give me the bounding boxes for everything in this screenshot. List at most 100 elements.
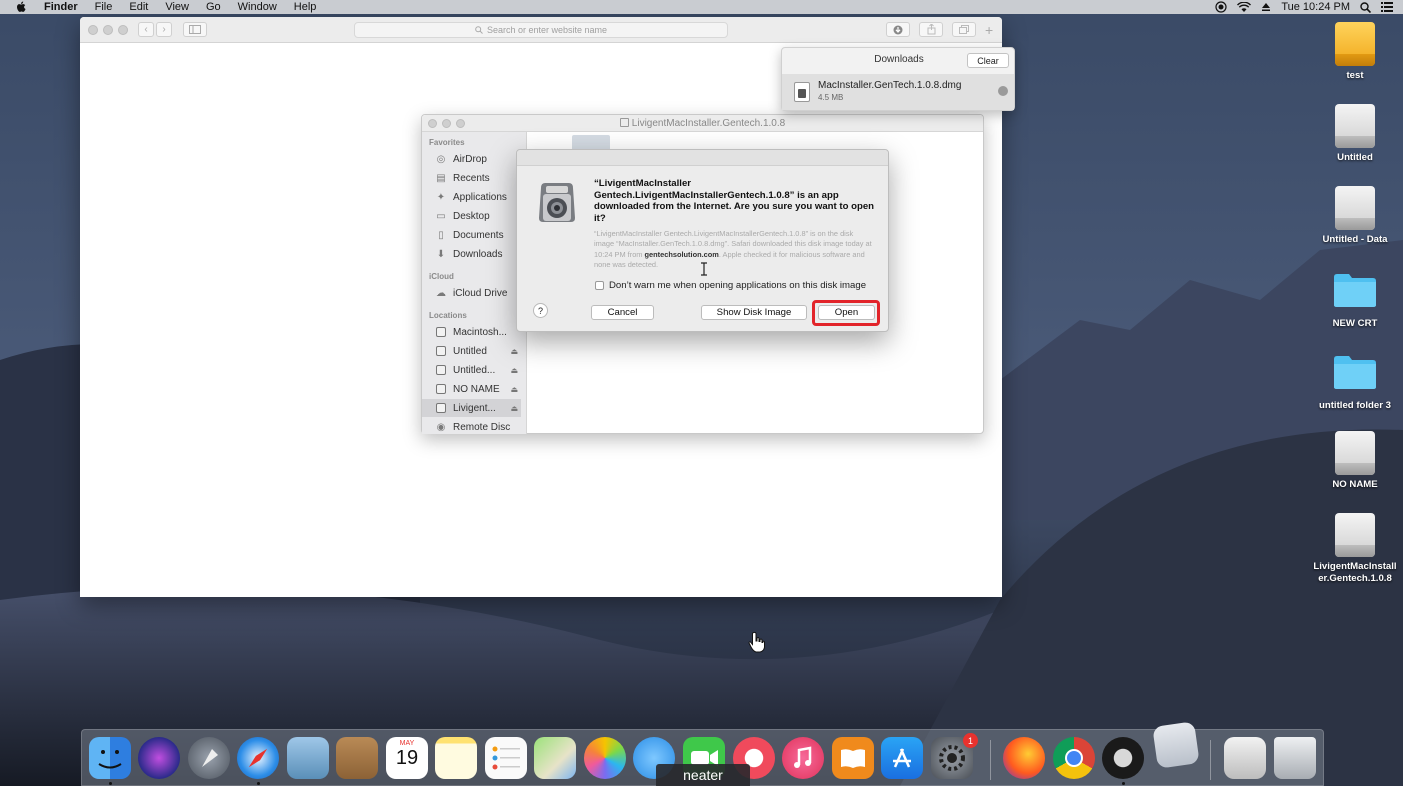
photos-dock-icon[interactable] — [584, 737, 626, 779]
desktop-item-no-name[interactable]: NO NAME — [1312, 431, 1398, 491]
sidebar-item-label: Untitled — [453, 345, 487, 357]
reveal-in-finder-icon[interactable] — [998, 86, 1008, 96]
disk-icon — [435, 403, 447, 414]
clear-downloads-button[interactable]: Clear — [967, 53, 1009, 68]
sidebar-item-desktop[interactable]: ▭ Desktop — [422, 207, 521, 225]
sidebar-heading-locations: Locations — [429, 311, 467, 320]
sidebar-item-label: Desktop — [453, 210, 490, 222]
sidebar-item-downloads[interactable]: ⬇ Downloads — [422, 245, 521, 263]
zoom-button[interactable] — [118, 25, 128, 35]
installer-dock-icon[interactable] — [1152, 721, 1200, 769]
menu-finder[interactable]: Finder — [44, 0, 78, 14]
menu-window[interactable]: Window — [238, 0, 277, 14]
help-button[interactable]: ? — [533, 303, 548, 318]
chevron-right-icon: › — [162, 24, 166, 35]
download-file-size: 4.5 MB — [818, 93, 844, 102]
disk-icon — [435, 346, 447, 357]
sidebar-item-macintosh-hd[interactable]: Macintosh... — [422, 323, 521, 341]
alert-title-bar — [517, 150, 888, 166]
safari-dock-icon[interactable] — [237, 737, 279, 779]
sidebar-item-recents[interactable]: ▤ Recents — [422, 169, 521, 187]
calendar-dock-icon[interactable]: MAY 19 — [386, 737, 428, 779]
chrome-dock-icon[interactable] — [1053, 737, 1095, 779]
trash-dock-icon[interactable] — [1274, 737, 1316, 779]
spotlight-icon[interactable] — [1360, 1, 1371, 13]
drive-icon — [1335, 431, 1375, 475]
running-indicator — [1122, 782, 1125, 785]
sidebar-toggle-button[interactable] — [183, 22, 207, 37]
books-dock-icon[interactable] — [832, 737, 874, 779]
wifi-icon[interactable] — [1237, 1, 1252, 13]
sidebar-item-icloud-drive[interactable]: ☁ iCloud Drive — [422, 284, 521, 302]
eject-icon[interactable]: ⏏ — [510, 385, 518, 394]
reminders-dock-icon[interactable] — [485, 737, 527, 779]
tabs-overview-button[interactable] — [952, 22, 976, 37]
menu-help[interactable]: Help — [294, 0, 317, 14]
menubar-clock[interactable]: Tue 10:24 PM — [1281, 1, 1350, 13]
desktop-item-new-crt[interactable]: NEW CRT — [1312, 266, 1398, 329]
desktop-item-untitled-data[interactable]: Untitled - Data — [1312, 186, 1398, 246]
desktop-item-label: untitled folder 3 — [1319, 399, 1391, 411]
menu-file[interactable]: File — [95, 0, 113, 14]
url-search-field[interactable]: Search or enter website name — [354, 22, 728, 38]
recents-icon: ▤ — [436, 172, 446, 184]
finder-zoom-button[interactable] — [456, 119, 465, 128]
sidebar-item-livigent[interactable]: Livigent... ⏏ — [422, 399, 521, 417]
eject-icon[interactable]: ⏏ — [510, 366, 518, 375]
new-tab-plus-icon[interactable]: + — [985, 23, 993, 37]
firefox-dock-icon[interactable] — [1003, 737, 1045, 779]
notes-dock-icon[interactable] — [435, 737, 477, 779]
screen-record-icon[interactable] — [1215, 1, 1227, 13]
notification-center-icon[interactable] — [1381, 2, 1393, 12]
finder-dock-icon[interactable] — [89, 737, 131, 779]
sidebar-item-remote-disc[interactable]: ◉ Remote Disc — [422, 418, 521, 434]
tabs-icon — [959, 25, 969, 34]
desktop-item-test[interactable]: test — [1312, 22, 1398, 82]
menu-view[interactable]: View — [165, 0, 189, 14]
music-dock-icon[interactable] — [782, 737, 824, 779]
finder-close-button[interactable] — [428, 119, 437, 128]
close-button[interactable] — [88, 25, 98, 35]
apple-menu-icon[interactable] — [16, 0, 32, 14]
show-disk-image-button[interactable]: Show Disk Image — [701, 305, 807, 320]
disk-icon — [435, 327, 447, 338]
installer-app-icon[interactable] — [572, 135, 610, 149]
desktop-item-untitled-folder-3[interactable]: untitled folder 3 — [1312, 348, 1398, 411]
sidebar-item-untitled-data[interactable]: Untitled... ⏏ — [422, 361, 521, 379]
app-store-dock-icon[interactable] — [881, 737, 923, 779]
share-button[interactable] — [919, 22, 943, 37]
menu-go[interactable]: Go — [206, 0, 221, 14]
open-button[interactable]: Open — [818, 305, 875, 320]
menu-edit[interactable]: Edit — [129, 0, 148, 14]
download-item[interactable]: MacInstaller.GenTech.1.0.8.dmg 4.5 MB — [782, 74, 1014, 110]
eject-icon[interactable]: ⏏ — [510, 404, 518, 413]
downloads-stack-dock-icon[interactable] — [1224, 737, 1266, 779]
eject-icon[interactable] — [1261, 2, 1271, 12]
cloud-icon: ☁ — [436, 287, 446, 299]
siri-dock-icon[interactable] — [138, 737, 180, 779]
minimize-button[interactable] — [103, 25, 113, 35]
sidebar-item-applications[interactable]: ✦ Applications — [422, 188, 521, 206]
cancel-button[interactable]: Cancel — [591, 305, 654, 320]
contacts-dock-icon[interactable] — [336, 737, 378, 779]
launchpad-dock-icon[interactable] — [188, 737, 230, 779]
quicktime-dock-icon[interactable] — [1102, 737, 1144, 779]
sidebar-item-airdrop[interactable]: ◎ AirDrop — [422, 150, 521, 168]
finder-minimize-button[interactable] — [442, 119, 451, 128]
desktop-item-livigent-installer[interactable]: LivigentMacInstaller.Gentech.1.0.8 — [1312, 513, 1398, 584]
forward-button[interactable]: › — [156, 22, 172, 37]
desktop-item-untitled[interactable]: Untitled — [1312, 104, 1398, 164]
sidebar-item-documents[interactable]: ▯ Documents — [422, 226, 521, 244]
sidebar-icon — [189, 25, 201, 34]
dont-warn-label[interactable]: Don’t warn me when opening applications … — [609, 280, 866, 291]
maps-dock-icon[interactable] — [534, 737, 576, 779]
back-button[interactable]: ‹ — [138, 22, 154, 37]
eject-icon[interactable]: ⏏ — [510, 347, 518, 356]
alert-domain: gentechsolution.com — [644, 249, 719, 259]
sidebar-item-untitled[interactable]: Untitled ⏏ — [422, 342, 521, 360]
dont-warn-checkbox[interactable] — [595, 281, 604, 290]
sidebar-item-no-name[interactable]: NO NAME ⏏ — [422, 380, 521, 398]
mail-eagle-dock-icon[interactable] — [287, 737, 329, 779]
ibeam-cursor-icon — [700, 262, 708, 279]
downloads-button[interactable] — [886, 22, 910, 37]
